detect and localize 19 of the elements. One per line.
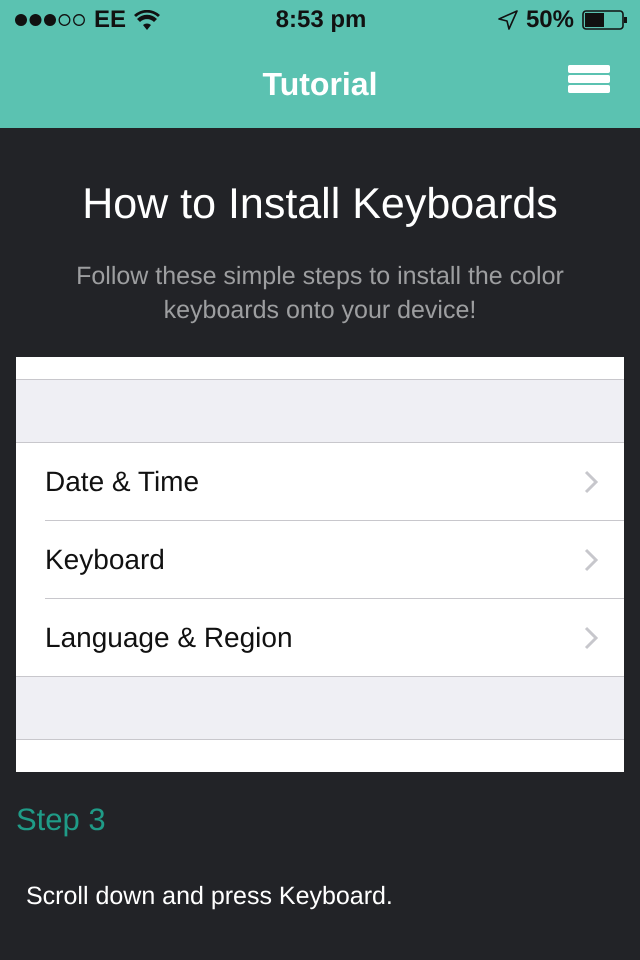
battery-icon — [582, 10, 628, 30]
settings-row-label: Date & Time — [45, 466, 200, 498]
subtitle-text: Follow these simple steps to install the color keyboards onto your device! — [75, 261, 565, 326]
menu-icon[interactable] — [568, 65, 610, 93]
wifi-icon — [134, 10, 160, 30]
step-title: Step 3 — [16, 802, 107, 838]
page-heading: How to Install Keyboards — [81, 180, 559, 229]
signal-strength-icon — [14, 13, 86, 27]
chevron-icon — [584, 626, 598, 650]
settings-row-label: Language & Region — [45, 622, 293, 654]
nav-title: Tutorial — [262, 66, 378, 102]
battery-percentage: 50% — [526, 6, 574, 34]
settings-row-label: Keyboard — [45, 544, 165, 576]
step-instruction: Scroll down and press Keyboard. — [26, 882, 394, 911]
chevron-icon — [584, 548, 598, 572]
chevron-icon — [584, 470, 598, 494]
carrier-name: EE — [94, 6, 126, 34]
location-arrow-icon — [498, 10, 518, 30]
clock-time: 8:53 pm — [276, 6, 366, 34]
